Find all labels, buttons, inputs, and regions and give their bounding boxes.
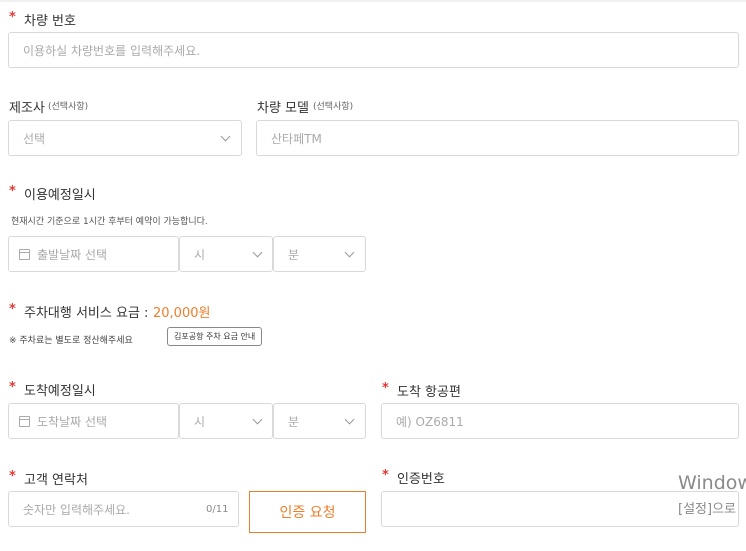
required-mark: * <box>9 10 16 25</box>
vehicle-number-label: 차량 번호 <box>24 14 76 29</box>
vehicle-number-input[interactable]: 이용하실 차량번호를 입력해주세요. <box>8 32 739 68</box>
manufacturer-label: 제조사 <box>9 101 45 116</box>
character-counter: 0/11 <box>206 504 229 515</box>
minute-placeholder: 분 <box>288 415 300 429</box>
vehicle-model-input[interactable]: 산타페TM <box>256 120 739 156</box>
hour-placeholder: 시 <box>194 415 206 429</box>
usage-schedule-hint: 현재시간 기준으로 1시간 후부터 예약이 가능합니다. <box>11 217 208 227</box>
customer-contact-label: 고객 연락처 <box>24 473 88 488</box>
valet-fee-label: 주차대행 서비스 요금 : <box>24 306 149 321</box>
watermark-title: Window <box>678 472 746 494</box>
arrival-flight-placeholder: 예) OZ6811 <box>396 415 464 429</box>
manufacturer-select[interactable]: 선택 <box>8 120 242 156</box>
chevron-down-icon <box>252 247 263 258</box>
vehicle-model-optional: (선택사항) <box>313 102 354 112</box>
departure-date-placeholder: 출발날짜 선택 <box>37 248 108 262</box>
request-verification-button[interactable]: 인증 요청 <box>249 491 366 533</box>
arrival-flight-label: 도착 항공편 <box>397 385 461 400</box>
parking-fee-guide-button[interactable]: 김포공항 주차 요금 안내 <box>167 327 263 346</box>
departure-date-picker[interactable]: 출발날짜 선택 <box>8 236 179 272</box>
chevron-down-icon <box>252 414 263 425</box>
required-mark: * <box>382 381 389 396</box>
arrival-schedule-label: 도착예정일시 <box>24 384 96 399</box>
required-mark: * <box>9 469 16 484</box>
minute-placeholder: 분 <box>288 248 300 262</box>
calendar-icon <box>19 249 30 260</box>
required-mark: * <box>382 468 389 483</box>
arrival-minute-select[interactable]: 분 <box>273 403 366 439</box>
calendar-icon <box>19 416 30 427</box>
watermark-subtitle: [설정]으로 <box>678 502 736 517</box>
chevron-down-icon <box>220 131 231 142</box>
required-mark: * <box>9 184 16 199</box>
arrival-date-placeholder: 도착날짜 선택 <box>37 415 108 429</box>
usage-schedule-label: 이용예정일시 <box>24 188 96 203</box>
departure-hour-select[interactable]: 시 <box>179 236 273 272</box>
customer-contact-input[interactable]: 숫자만 입력해주세요. 0/11 <box>8 491 239 527</box>
valet-fee-amount: 20,000원 <box>153 306 211 321</box>
vehicle-model-label: 차량 모델 <box>257 101 309 116</box>
top-divider <box>0 0 746 2</box>
customer-contact-placeholder: 숫자만 입력해주세요. <box>23 503 130 517</box>
verification-code-label: 인증번호 <box>397 472 445 487</box>
chevron-down-icon <box>344 414 355 425</box>
arrival-hour-select[interactable]: 시 <box>179 403 273 439</box>
arrival-flight-input[interactable]: 예) OZ6811 <box>381 403 739 439</box>
vehicle-number-placeholder: 이용하실 차량번호를 입력해주세요. <box>23 44 201 58</box>
hour-placeholder: 시 <box>194 248 206 262</box>
manufacturer-selected: 선택 <box>23 132 46 146</box>
chevron-down-icon <box>344 247 355 258</box>
manufacturer-optional: (선택사항) <box>48 102 89 112</box>
required-mark: * <box>9 380 16 395</box>
departure-minute-select[interactable]: 분 <box>273 236 366 272</box>
required-mark: * <box>9 302 16 317</box>
parking-fee-note: ※ 주차료는 별도로 정산해주세요 <box>9 336 133 346</box>
vehicle-model-placeholder: 산타페TM <box>271 132 322 146</box>
arrival-date-picker[interactable]: 도착날짜 선택 <box>8 403 179 439</box>
